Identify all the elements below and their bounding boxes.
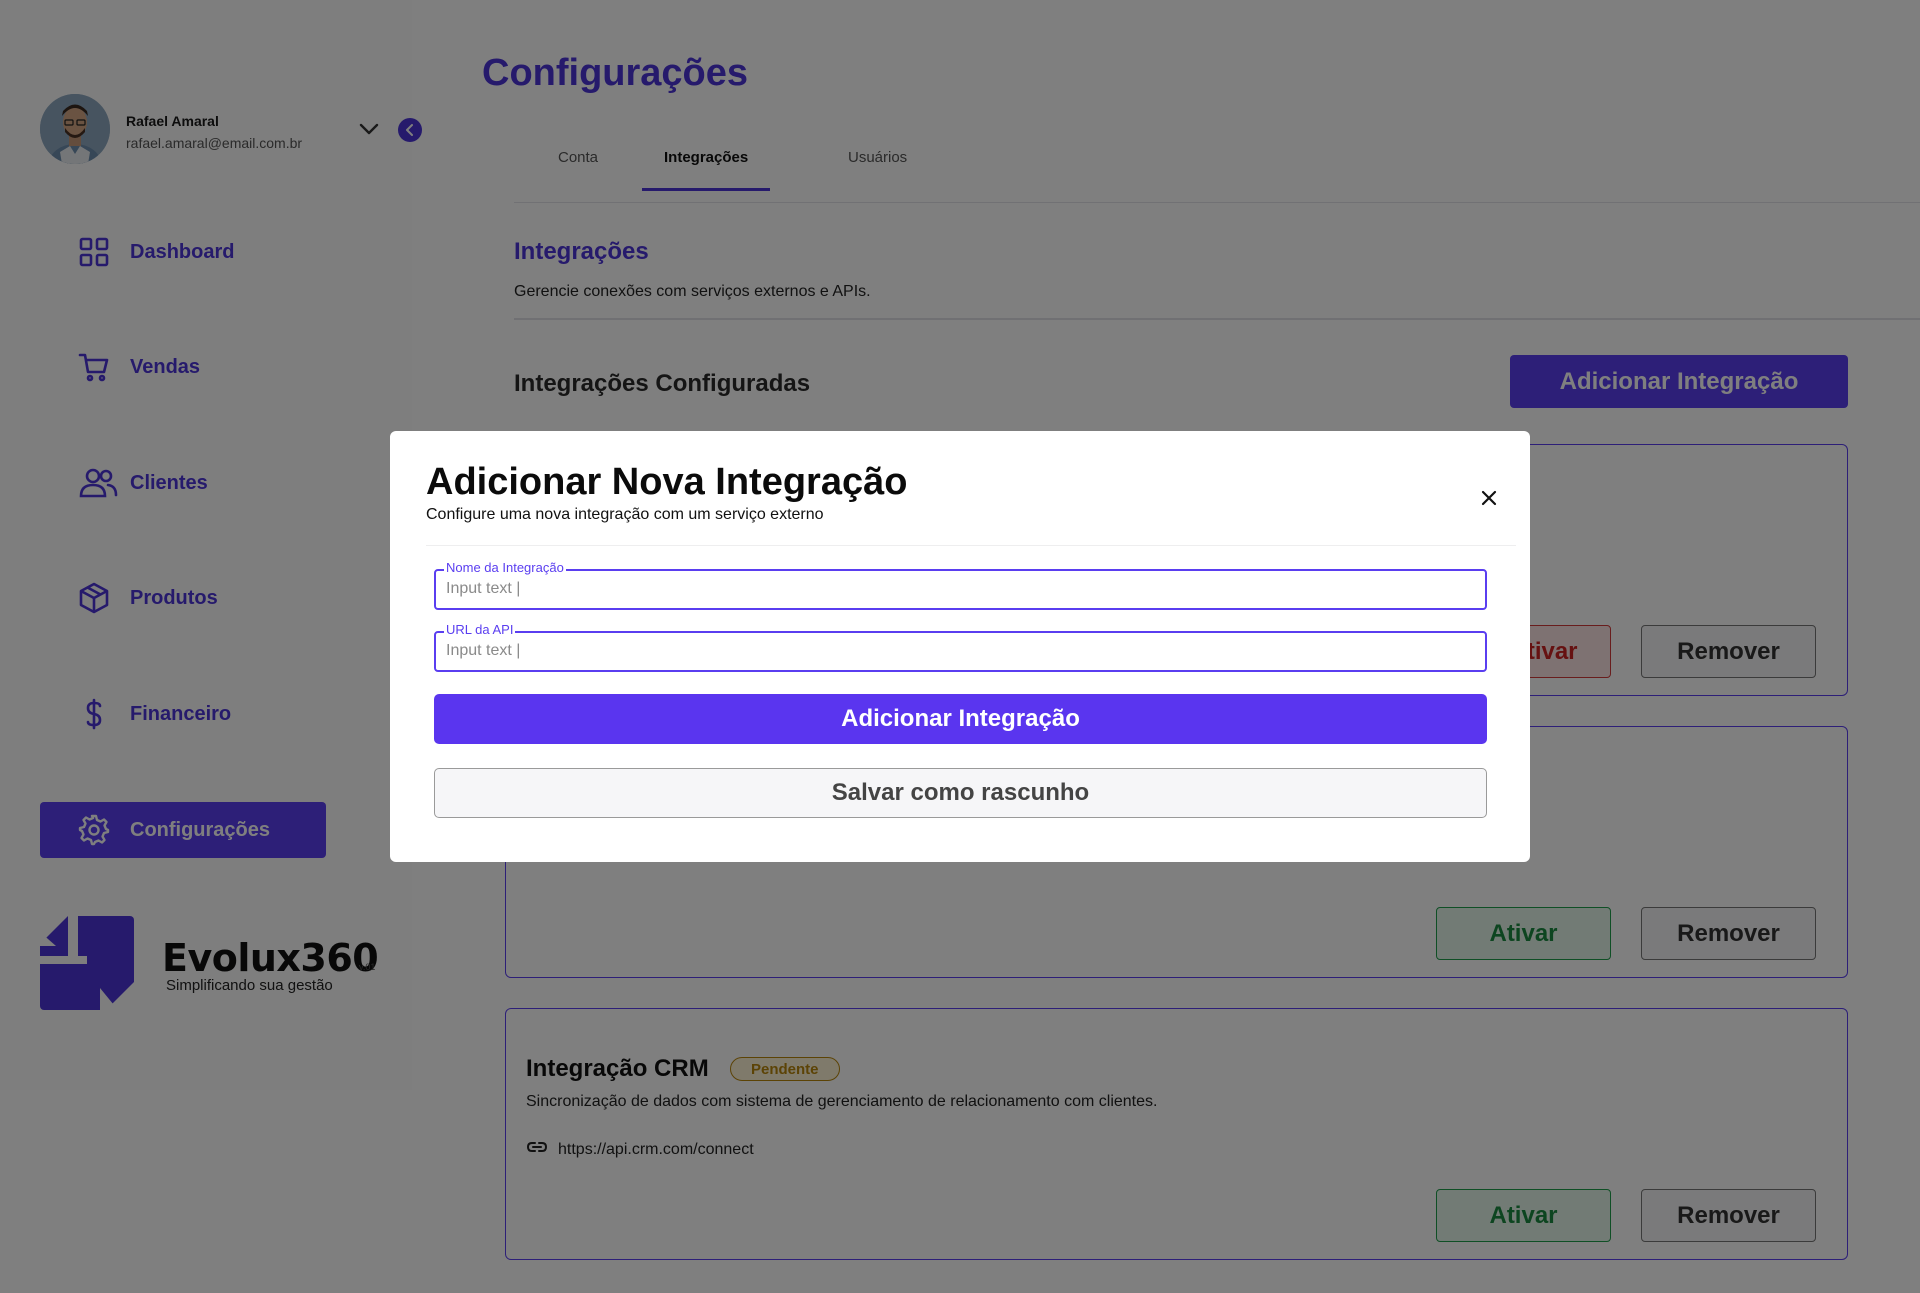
api-url-input[interactable] (446, 640, 1476, 662)
modal-subtitle: Configure uma nova integração com um ser… (426, 506, 824, 523)
field-label: URL da API (444, 622, 516, 637)
modal-title: Adicionar Nova Integração (426, 461, 908, 503)
integration-name-input[interactable] (446, 578, 1476, 600)
divider (426, 545, 1516, 546)
add-integration-modal: Adicionar Nova Integração Configure uma … (390, 431, 1530, 862)
save-draft-button[interactable]: Salvar como rascunho (434, 768, 1487, 818)
api-url-field[interactable]: URL da API (434, 622, 1487, 672)
close-icon[interactable] (1476, 485, 1502, 511)
integration-name-field[interactable]: Nome da Integração (434, 560, 1487, 610)
field-label: Nome da Integração (444, 560, 566, 575)
add-integration-submit-button[interactable]: Adicionar Integração (434, 694, 1487, 744)
